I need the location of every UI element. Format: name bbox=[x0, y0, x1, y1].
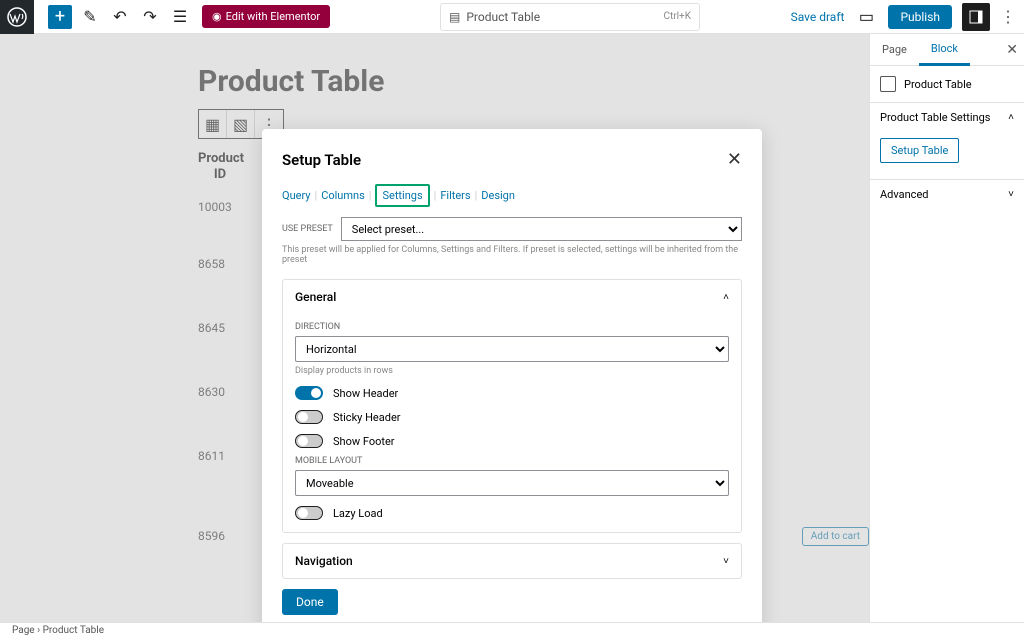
panel-title: Navigation bbox=[295, 554, 353, 568]
document-title-input[interactable]: ▤ Product Table Ctrl+K bbox=[440, 3, 700, 31]
block-type-icon bbox=[880, 76, 896, 92]
show-footer-label: Show Footer bbox=[333, 435, 395, 448]
save-draft-button[interactable]: Save draft bbox=[791, 10, 845, 24]
modal-close-icon[interactable]: ✕ bbox=[727, 149, 742, 170]
modal-tabs: Query | Columns | Settings | Filters | D… bbox=[282, 184, 742, 207]
tab-design[interactable]: Design bbox=[481, 189, 515, 202]
block-name-label: Product Table bbox=[904, 78, 972, 91]
show-footer-toggle[interactable] bbox=[295, 434, 323, 448]
page-icon: ▤ bbox=[449, 10, 460, 24]
edit-icon[interactable]: ✎ bbox=[78, 5, 102, 29]
section-product-table-settings[interactable]: Product Table Settings ˄ bbox=[870, 102, 1024, 132]
sidebar-toggle-button[interactable] bbox=[962, 3, 990, 31]
elementor-icon: ◉ bbox=[212, 10, 222, 23]
tab-separator: | bbox=[475, 189, 478, 202]
direction-select[interactable]: Horizontal bbox=[295, 336, 729, 362]
sidebar-close-icon[interactable]: ✕ bbox=[1006, 42, 1018, 58]
settings-sidebar: Page Block ✕ Product Table Product Table… bbox=[869, 34, 1024, 622]
modal-title: Setup Table bbox=[282, 151, 361, 169]
shortcut-hint: Ctrl+K bbox=[663, 11, 691, 22]
mobile-layout-label: MOBILE LAYOUT bbox=[295, 456, 729, 466]
section-advanced[interactable]: Advanced ˅ bbox=[870, 179, 1024, 209]
chevron-down-icon: ˅ bbox=[1008, 189, 1014, 200]
publish-button[interactable]: Publish bbox=[888, 5, 952, 29]
sticky-header-label: Sticky Header bbox=[333, 411, 401, 424]
direction-hint: Display products in rows bbox=[295, 366, 729, 376]
add-block-button[interactable]: + bbox=[48, 5, 72, 29]
preview-icon[interactable]: ▭ bbox=[854, 5, 878, 29]
section-label: Product Table Settings bbox=[880, 111, 991, 124]
undo-icon[interactable]: ↶ bbox=[108, 5, 132, 29]
tab-columns[interactable]: Columns bbox=[321, 189, 365, 202]
tab-page[interactable]: Page bbox=[870, 35, 919, 64]
panel-general-header[interactable]: General ˄ bbox=[283, 280, 741, 314]
use-preset-label: USE PRESET bbox=[282, 224, 333, 234]
setup-table-button[interactable]: Setup Table bbox=[880, 138, 959, 163]
tab-separator: | bbox=[315, 189, 318, 202]
block-info: Product Table bbox=[870, 66, 1024, 102]
tab-filters[interactable]: Filters bbox=[440, 189, 470, 202]
sticky-header-toggle[interactable] bbox=[295, 410, 323, 424]
tab-separator: | bbox=[434, 189, 437, 202]
panel-general: General ˄ DIRECTION Horizontal Display p… bbox=[282, 279, 742, 533]
more-options-icon[interactable]: ⋮ bbox=[1000, 7, 1016, 26]
wordpress-logo[interactable] bbox=[0, 0, 34, 34]
top-toolbar: + ✎ ↶ ↷ ☰ ◉ Edit with Elementor ▤ Produc… bbox=[0, 0, 1024, 34]
done-button[interactable]: Done bbox=[282, 589, 338, 615]
chevron-down-icon: ˅ bbox=[723, 556, 729, 567]
section-label: Advanced bbox=[880, 188, 928, 201]
panel-navigation-header[interactable]: Navigation ˅ bbox=[283, 544, 741, 578]
show-header-label: Show Header bbox=[333, 387, 398, 400]
tab-separator: | bbox=[369, 189, 372, 202]
elementor-label: Edit with Elementor bbox=[226, 10, 321, 23]
preset-hint: This preset will be applied for Columns,… bbox=[282, 245, 742, 265]
mobile-layout-select[interactable]: Moveable bbox=[295, 470, 729, 496]
redo-icon[interactable]: ↷ bbox=[138, 5, 162, 29]
chevron-up-icon: ˄ bbox=[723, 292, 729, 303]
preset-select[interactable]: Select preset... bbox=[341, 217, 742, 241]
direction-label: DIRECTION bbox=[295, 322, 729, 332]
tab-settings[interactable]: Settings bbox=[375, 184, 429, 207]
edit-with-elementor-button[interactable]: ◉ Edit with Elementor bbox=[202, 5, 330, 28]
chevron-up-icon: ˄ bbox=[1008, 112, 1014, 123]
panel-title: General bbox=[295, 290, 336, 304]
setup-table-modal: Setup Table ✕ Query | Columns | Settings… bbox=[262, 129, 762, 635]
lazy-load-label: Lazy Load bbox=[333, 507, 383, 520]
lazy-load-toggle[interactable] bbox=[295, 506, 323, 520]
tab-block[interactable]: Block bbox=[919, 34, 970, 66]
show-header-toggle[interactable] bbox=[295, 386, 323, 400]
breadcrumb: Page › Product Table bbox=[0, 622, 1024, 640]
panel-navigation: Navigation ˅ bbox=[282, 543, 742, 579]
list-view-icon[interactable]: ☰ bbox=[168, 5, 192, 29]
doc-title-text: Product Table bbox=[466, 10, 540, 24]
tab-query[interactable]: Query bbox=[282, 189, 311, 202]
